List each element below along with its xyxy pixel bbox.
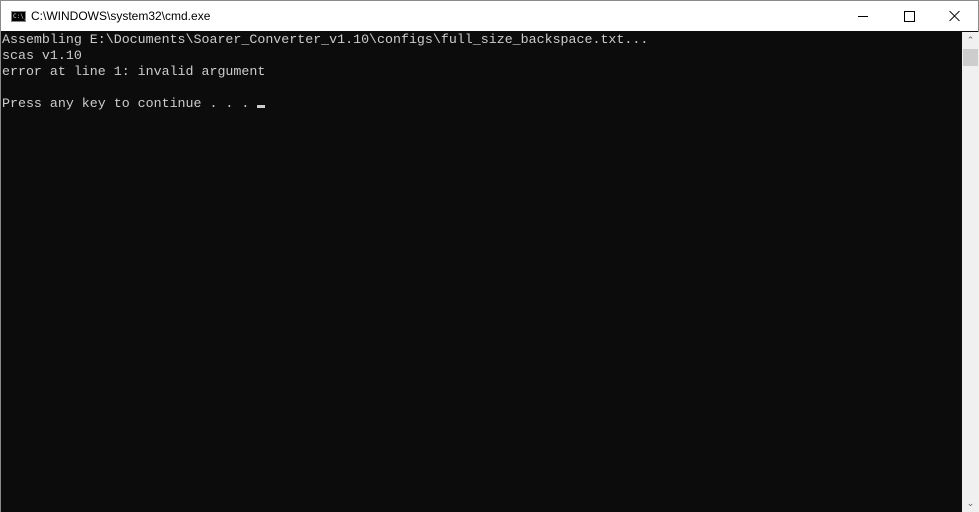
window-title: C:\WINDOWS\system32\cmd.exe	[31, 9, 211, 23]
close-icon	[949, 10, 961, 22]
chevron-down-icon: ⌄	[966, 498, 975, 508]
vertical-scrollbar[interactable]: ⌃ ⌄	[962, 32, 979, 512]
cmd-icon[interactable]: C:\_	[11, 11, 28, 22]
title-bar[interactable]: C:\_ C:\WINDOWS\system32\cmd.exe	[1, 1, 978, 31]
scroll-down-button[interactable]: ⌄	[962, 495, 979, 512]
console-line: Assembling E:\Documents\Soarer_Converter…	[2, 32, 649, 47]
maximize-icon	[903, 10, 915, 22]
text-cursor	[257, 105, 266, 108]
minimize-button[interactable]	[840, 1, 886, 31]
minimize-icon	[858, 15, 868, 17]
cmd-window: C:\_ C:\WINDOWS\system32\cmd.exe Assembl…	[0, 0, 979, 512]
console-prompt-line: Press any key to continue . . .	[2, 96, 266, 112]
cmd-icon-text: C:\_	[13, 13, 28, 20]
chevron-up-icon: ⌃	[966, 35, 975, 45]
console-output[interactable]: Assembling E:\Documents\Soarer_Converter…	[1, 32, 962, 512]
scroll-up-button[interactable]: ⌃	[962, 32, 979, 49]
scrollbar-thumb[interactable]	[963, 49, 978, 66]
maximize-button[interactable]	[886, 1, 932, 31]
console-line: scas v1.10	[2, 48, 82, 63]
close-button[interactable]	[932, 1, 978, 31]
console-prompt-text: Press any key to continue . . .	[2, 96, 258, 111]
console-line: error at line 1: invalid argument	[2, 64, 266, 79]
